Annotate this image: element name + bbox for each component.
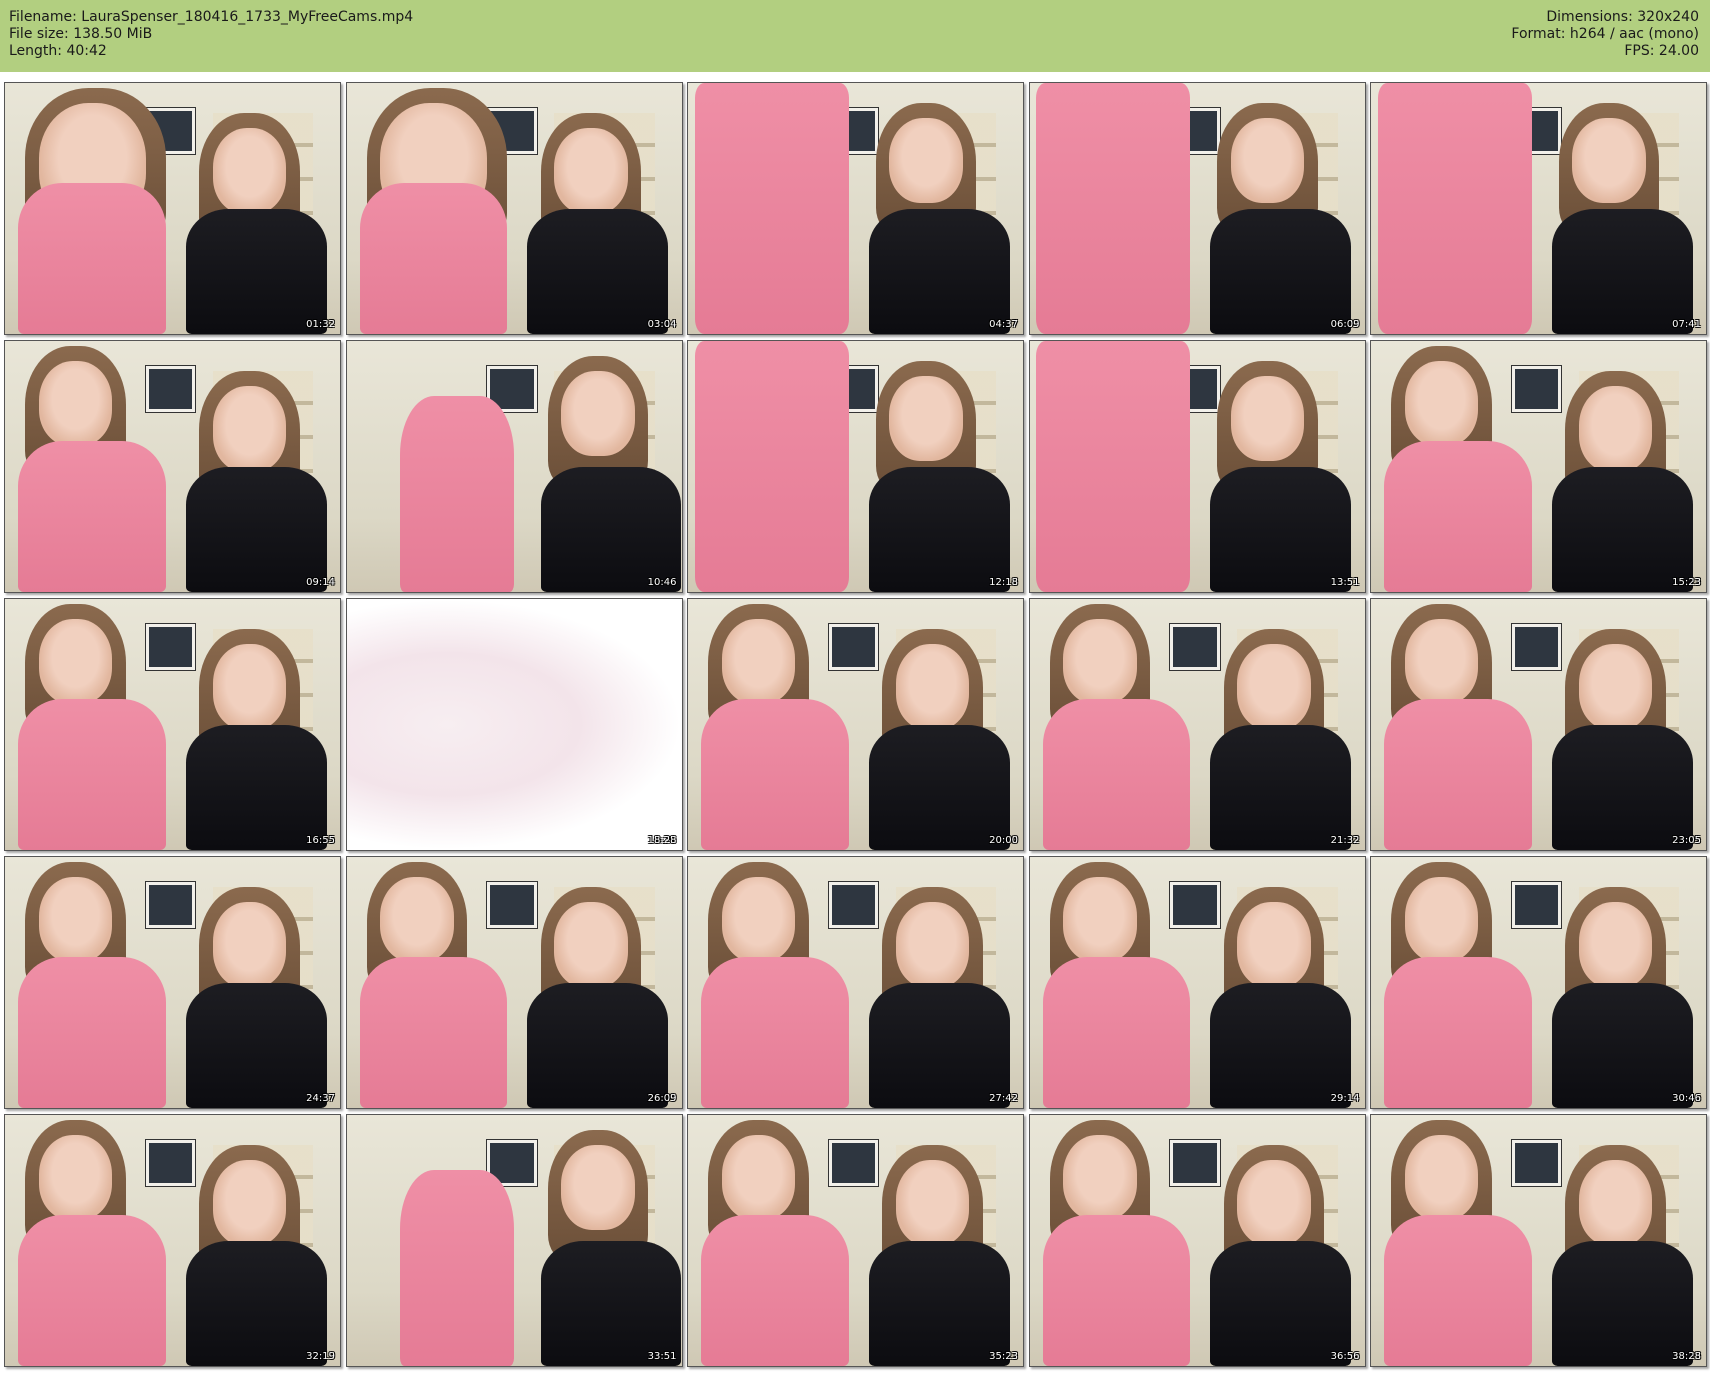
video-thumbnail[interactable]: 03:04 [345,82,683,335]
format-text: Format: h264 / aac (mono) [1511,26,1699,42]
thumbnail-image [1029,599,1365,850]
thumbnail-image [688,857,1023,1108]
thumbnail-image [688,341,1023,592]
video-thumbnail[interactable]: 21:32 [1028,598,1366,851]
thumbnail-image [1371,1115,1706,1366]
thumbnail-image [1371,83,1706,334]
thumbnail-image [346,599,682,850]
thumbnail-timestamp: 29:14 [1330,1093,1360,1104]
thumbnail-timestamp: 04:37 [989,319,1018,330]
file-info-right: Dimensions: 320x240 Format: h264 / aac (… [1511,9,1699,60]
video-thumbnail[interactable]: 07:41 [1370,82,1707,335]
video-thumbnail[interactable]: 10:46 [345,340,683,593]
thumbnail-image [346,857,682,1108]
video-thumbnail[interactable]: 23:05 [1370,598,1707,851]
thumbnail-image [346,341,682,592]
thumbnail-image [1029,857,1365,1108]
video-thumbnail[interactable]: 24:37 [4,856,341,1109]
video-thumbnail[interactable]: 13:51 [1028,340,1366,593]
thumbnail-timestamp: 13:51 [1330,577,1360,588]
thumbnail-timestamp: 27:42 [989,1093,1018,1104]
thumbnail-image [688,83,1023,334]
thumbnail-image [1029,1115,1365,1366]
thumbnail-image [1371,857,1706,1108]
thumbnail-timestamp: 20:00 [989,835,1018,846]
dimensions-text: Dimensions: 320x240 [1546,9,1699,25]
thumbnail-timestamp: 10:46 [647,577,677,588]
thumbnail-timestamp: 06:09 [1330,319,1360,330]
thumbnail-image [346,83,682,334]
thumbnail-timestamp: 35:23 [989,1351,1018,1362]
video-thumbnail[interactable]: 18:28 [345,598,683,851]
thumbnail-timestamp: 16:55 [306,835,335,846]
video-thumbnail[interactable]: 35:23 [687,1114,1024,1367]
video-thumbnail[interactable]: 20:00 [687,598,1024,851]
thumbnail-image [1029,83,1365,334]
thumbnail-timestamp: 03:04 [647,319,677,330]
thumbnail-timestamp: 07:41 [1672,319,1701,330]
thumbnail-image [1371,341,1706,592]
thumbnail-timestamp: 01:32 [306,319,335,330]
filename-text: Filename: LauraSpenser_180416_1733_MyFre… [9,9,414,25]
thumbnail-image [5,599,340,850]
video-thumbnail[interactable]: 01:32 [4,82,341,335]
video-thumbnail[interactable]: 27:42 [687,856,1024,1109]
video-thumbnail[interactable]: 38:28 [1370,1114,1707,1367]
thumbnail-image [1371,599,1706,850]
video-thumbnail[interactable]: 32:19 [4,1114,341,1367]
thumbnail-timestamp: 33:51 [647,1351,677,1362]
video-thumbnail[interactable]: 16:55 [4,598,341,851]
thumbnail-timestamp: 15:23 [1672,577,1701,588]
video-thumbnail[interactable]: 09:14 [4,340,341,593]
video-thumbnail[interactable]: 04:37 [687,82,1024,335]
length-text: Length: 40:42 [9,43,107,59]
thumbnail-timestamp: 18:28 [647,835,677,846]
video-thumbnail[interactable]: 26:09 [345,856,683,1109]
thumbnail-image [1029,341,1365,592]
thumbnail-timestamp: 30:46 [1672,1093,1701,1104]
video-thumbnail[interactable]: 15:23 [1370,340,1707,593]
thumbnail-image [5,341,340,592]
thumbnail-image [346,1115,682,1366]
thumbnail-image [5,1115,340,1366]
video-thumbnail[interactable]: 06:09 [1028,82,1366,335]
thumbnail-timestamp: 26:09 [647,1093,677,1104]
video-thumbnail[interactable]: 36:56 [1028,1114,1366,1367]
video-thumbnail[interactable]: 29:14 [1028,856,1366,1109]
thumbnail-image [5,83,340,334]
fps-text: FPS: 24.00 [1624,43,1699,59]
info-header: Filename: LauraSpenser_180416_1733_MyFre… [0,0,1710,72]
thumbnail-timestamp: 32:19 [306,1351,335,1362]
video-thumbnail[interactable]: 12:18 [687,340,1024,593]
thumbnail-timestamp: 21:32 [1330,835,1360,846]
thumbnail-grid: 01:32 03:04 04:37 06:09 07:41 09:14 10:46 12:18… [4,82,1709,1370]
video-thumbnail[interactable]: 30:46 [1370,856,1707,1109]
thumbnail-timestamp: 12:18 [989,577,1018,588]
thumbnail-timestamp: 23:05 [1672,835,1701,846]
file-info-left: Filename: LauraSpenser_180416_1733_MyFre… [9,9,413,60]
thumbnail-timestamp: 36:56 [1330,1351,1360,1362]
thumbnail-timestamp: 24:37 [306,1093,335,1104]
thumbnail-image [688,1115,1023,1366]
thumbnail-image [5,857,340,1108]
thumbnail-timestamp: 09:14 [306,577,335,588]
filesize-text: File size: 138.50 MiB [9,26,153,42]
thumbnail-timestamp: 38:28 [1672,1351,1701,1362]
video-thumbnail[interactable]: 33:51 [345,1114,683,1367]
thumbnail-image [688,599,1023,850]
